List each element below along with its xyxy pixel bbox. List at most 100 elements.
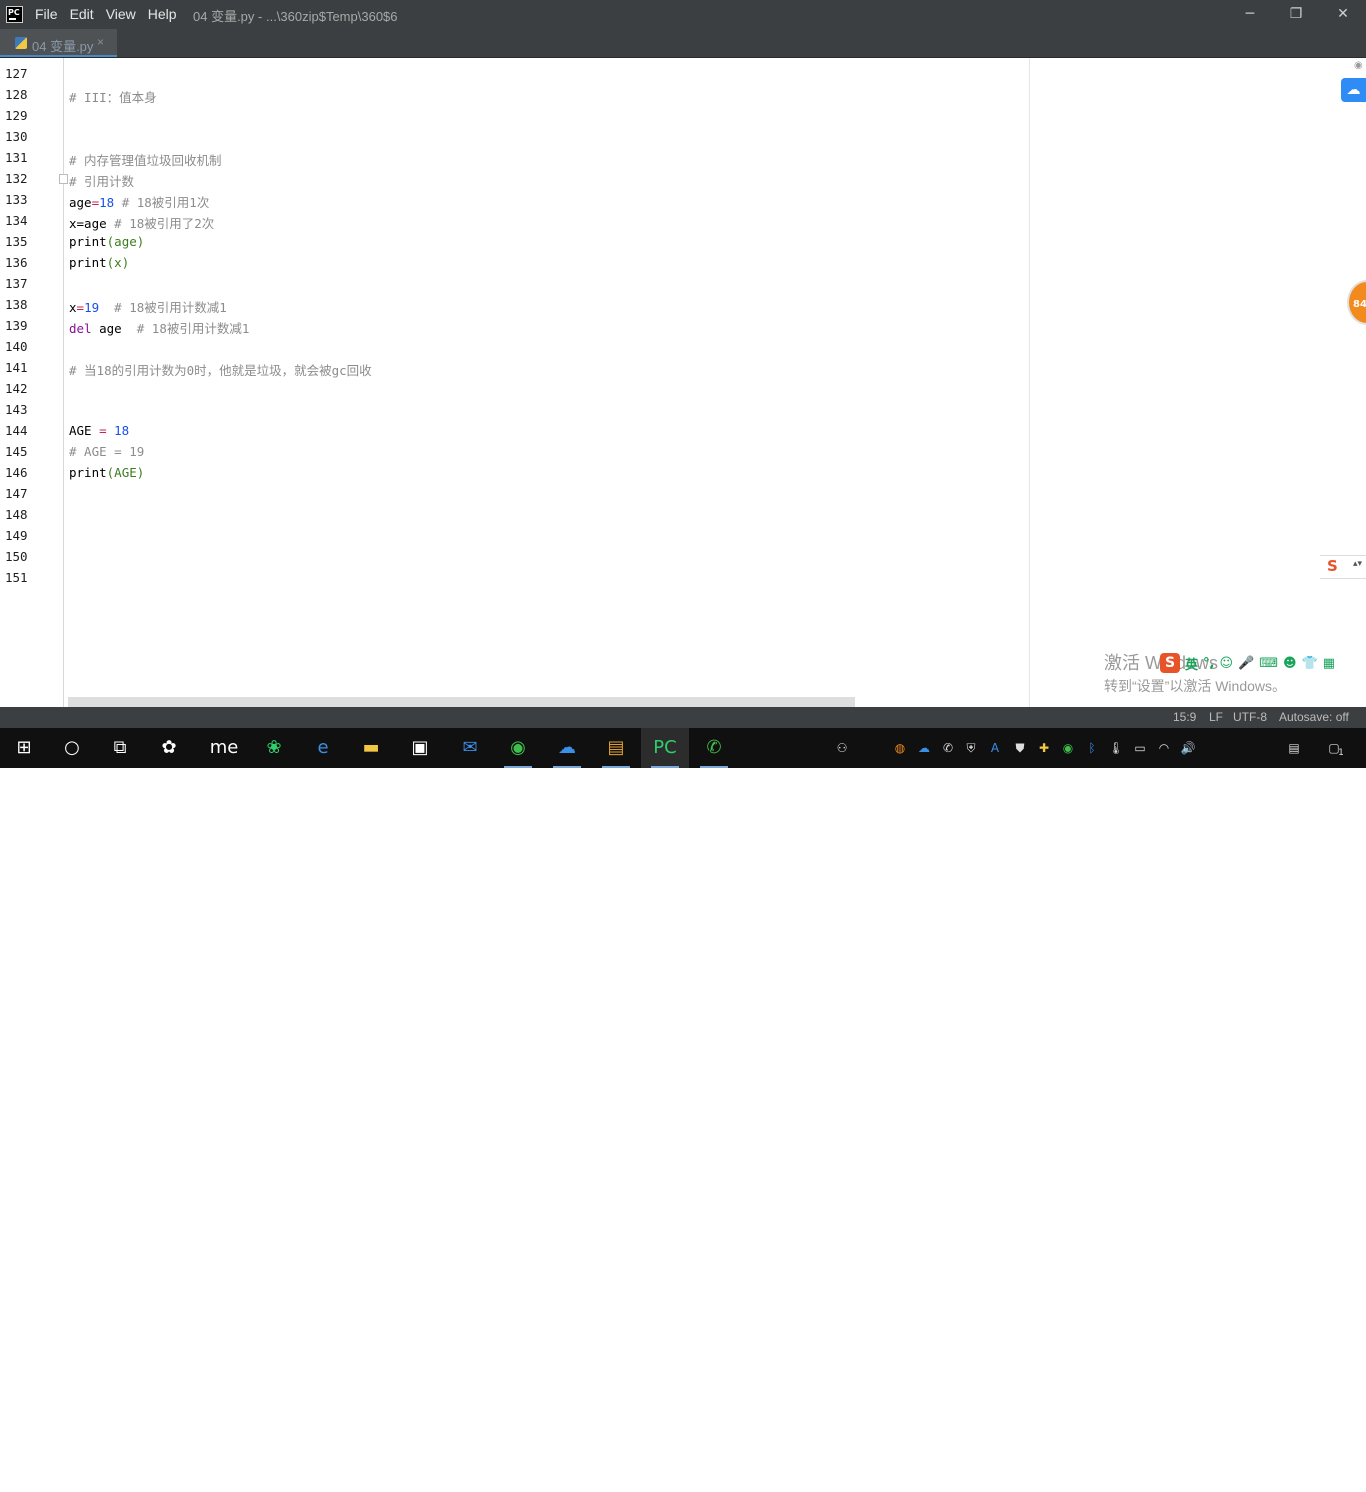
line-separator[interactable]: LF [1209,710,1223,724]
minimize-button[interactable]: ─ [1227,0,1273,29]
clock-time[interactable]: 20:21 [1220,1459,1250,1473]
pinwheel-app-icon[interactable]: ✿ [145,728,193,768]
tray-wechat-icon[interactable]: ✆ [940,740,956,756]
code-token: 19 [84,300,100,315]
code-line-138: x=19 # 18被引用计数减1 [69,297,227,316]
window-title: 04 变量.py - ...\360zip$Temp\360$6 [193,9,398,24]
tab-close-icon[interactable]: × [97,35,104,49]
meitu-app-icon[interactable]: me [200,728,248,768]
code-token: # 18被引用了2次 [106,216,215,231]
tray-cloud-icon[interactable]: ☁ [916,740,932,756]
line-number: 150 [5,549,28,564]
tray-360-icon[interactable]: ◉ [1060,740,1076,756]
line-number: 129 [5,108,28,123]
eye-icon[interactable]: ◉ [1354,60,1363,71]
search-icon[interactable]: ○ [48,728,96,768]
line-number: 149 [5,528,28,543]
file-explorer-icon[interactable]: ▬ [347,728,395,768]
ime-lang-toggle[interactable]: 英 [1185,654,1198,673]
menu-bar: File Edit View Help [35,6,189,22]
chevron-updown-icon[interactable]: ▴▾ [1353,559,1362,569]
restore-button[interactable]: ❐ [1273,0,1319,29]
line-number: 143 [5,402,28,417]
tray-plus-icon[interactable]: ✚ [1036,740,1052,756]
user-icon[interactable]: ☻ [1283,656,1297,671]
code-line-133: age=18 # 18被引用1次 [69,192,209,211]
clock-date[interactable]: 2020/6/2 [1210,1478,1257,1492]
activate-windows-hint: 转到“设置”以激活 Windows。 [1104,678,1287,694]
code-token: = [91,423,115,438]
close-button[interactable]: ✕ [1320,0,1366,29]
line-number: 133 [5,192,28,207]
menu-help[interactable]: Help [148,6,177,22]
code-token: del [69,321,92,336]
keyboard-icon[interactable]: ⌨ [1259,656,1278,671]
skin-icon[interactable]: 👕 [1302,656,1318,671]
tray-translate-icon[interactable]: A [987,740,1003,756]
line-number: 137 [5,276,28,291]
fold-marker-icon[interactable] [59,174,68,184]
sogou-s-icon[interactable]: S [1160,653,1180,673]
thermometer-icon[interactable]: 🌡 [1108,740,1124,756]
baidu-netdisk-icon[interactable]: ☁ [543,728,591,768]
code-line-131: # 内存管理值垃圾回收机制 [69,153,222,168]
code-token: (x) [106,255,130,270]
punctuation-icon[interactable]: °, [1203,656,1214,671]
orange-float-ball[interactable]: 84 [1347,280,1366,325]
line-number: 138 [5,297,28,312]
code-token: # 18被引用计数减1 [121,321,250,336]
sogou-ime-badge[interactable]: S ▴▾ [1320,555,1366,579]
start-icon[interactable]: ⊞ [0,728,48,768]
code-line-128: # III：值本身 [69,90,157,105]
code-token: x [69,300,77,315]
edge-browser-icon[interactable]: e [299,728,347,768]
baidu-cloud-icon[interactable]: ☁ [1341,78,1366,102]
iqiyi-app-icon[interactable]: ❀ [250,728,298,768]
horizontal-scrollbar[interactable] [68,697,855,707]
line-number: 127 [5,66,28,81]
grid-menu-icon[interactable]: ▦ [1323,656,1335,671]
code-line-135: print(age) [69,234,144,249]
code-line-145: # AGE = 19 [69,444,145,459]
caret-position[interactable]: 15:9 [1173,710,1196,724]
bluetooth-icon[interactable]: ᛒ [1084,740,1100,756]
file-encoding[interactable]: UTF-8 [1233,710,1267,724]
title-bar: PC File Edit View Help 04 变量.py - ...\36… [0,0,1366,29]
tab-04-variables[interactable]: 04 变量.py × [0,29,117,57]
code-line-132: # 引用计数 [69,174,135,189]
editor-tab-bar: 04 变量.py × [0,29,1366,58]
volume-icon[interactable]: 🔊 [1180,740,1196,756]
desktop-notes-icon[interactable]: ▤ [1286,740,1302,756]
line-number: 136 [5,255,28,270]
wechat-icon[interactable]: ✆ [690,728,738,768]
360-browser-icon[interactable]: ◉ [494,728,542,768]
pycharm-logo-icon[interactable]: PC [6,6,23,23]
tray-shield-icon[interactable]: ⛨ [963,740,979,756]
store-icon[interactable]: ▣ [396,728,444,768]
code-token: print [69,234,107,249]
defender-icon[interactable]: ⛊ [1012,740,1028,756]
code-token: = [91,195,100,210]
menu-file[interactable]: File [35,6,58,22]
line-number: 130 [5,129,28,144]
autosave-status[interactable]: Autosave: off [1279,710,1349,724]
code-token: (AGE) [106,465,145,480]
menu-view[interactable]: View [106,6,136,22]
people-icon[interactable]: ⚇ [834,740,850,756]
winrar-icon[interactable]: ▤ [592,728,640,768]
menu-edit[interactable]: Edit [70,6,94,22]
tab-label: 04 变量.py [32,39,94,54]
code-token: print [69,255,107,270]
mail-icon[interactable]: ✉ [446,728,494,768]
code-token: (age) [106,234,145,249]
battery-icon[interactable]: ▭ [1132,740,1148,756]
microphone-icon[interactable]: 🎤 [1238,656,1254,671]
code-line-136: print(x) [69,255,129,270]
code-line-141: # 当18的引用计数为0时，他就是垃圾，就会被gc回收 [69,363,372,378]
tray-app-icon[interactable]: ◍ [892,740,908,756]
task-view-icon[interactable]: ⧉ [96,728,144,768]
wifi-icon[interactable]: ◠ [1156,740,1172,756]
pycharm-taskbar-icon[interactable]: PC [641,728,689,768]
emoji-icon[interactable]: ☺ [1219,656,1233,671]
code-editor[interactable]: 127 128 129 130 131 132 133 134 135 136 … [0,58,1366,707]
